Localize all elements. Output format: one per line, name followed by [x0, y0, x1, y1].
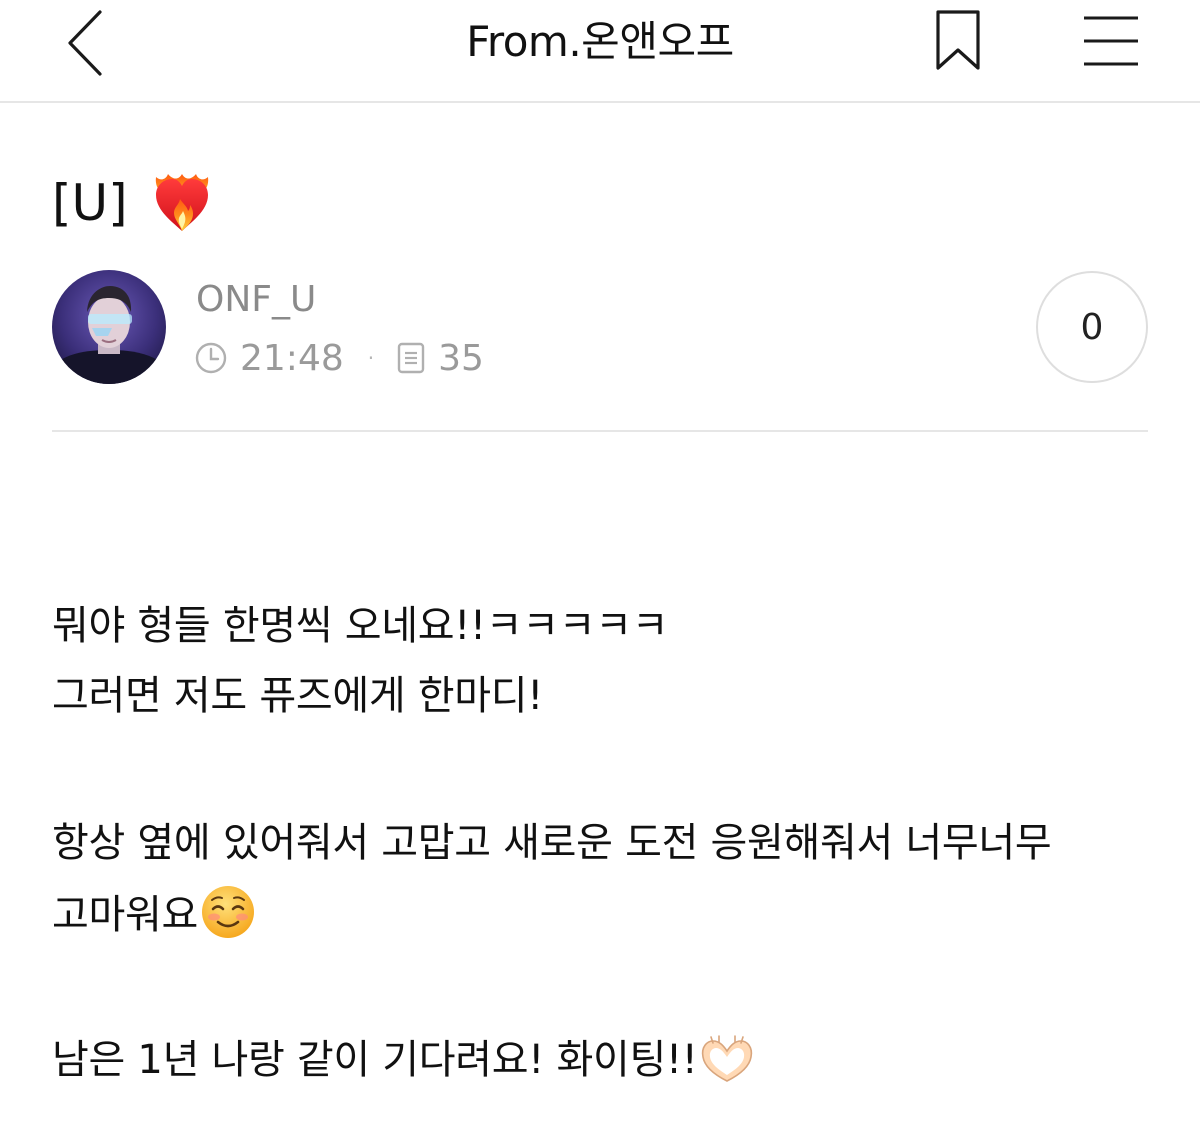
body-line-3: 항상 옆에 있어줘서 고맙고 새로운 도전 응원해줘서 너무너무	[52, 820, 1052, 866]
hamburger-menu-icon	[1084, 16, 1138, 66]
author-name[interactable]: ONF_U	[196, 276, 316, 324]
view-count: 35	[438, 337, 484, 379]
body-line-5-container: 남은 1년 나랑 같이 기다려요! 화이팅!!	[52, 1030, 755, 1090]
body-line-4: 고마워요	[52, 892, 198, 938]
post-time: 21:48	[240, 337, 344, 379]
smiling-face-icon	[202, 886, 254, 938]
like-count-button[interactable]: 0	[1036, 271, 1148, 383]
author-avatar[interactable]	[52, 270, 166, 384]
heart-hands-icon	[702, 1035, 753, 1082]
top-navigation-bar: From.온앤오프	[0, 0, 1200, 103]
body-line-5: 남은 1년 나랑 같이 기다려요! 화이팅!!	[52, 1037, 698, 1083]
body-line-1: 뭐야 형들 한명씩 오네요!!ㅋㅋㅋㅋㅋ	[52, 603, 669, 649]
like-count: 0	[1080, 306, 1104, 348]
page-title: From.온앤오프	[466, 17, 734, 66]
clock-icon	[195, 342, 227, 374]
document-icon	[397, 342, 425, 374]
bookmark-icon	[936, 10, 980, 70]
post-title-text: [U]	[52, 174, 128, 232]
menu-button[interactable]	[1078, 10, 1144, 70]
divider	[52, 430, 1148, 432]
bookmark-button[interactable]	[928, 8, 988, 74]
body-line-2: 그러면 저도 퓨즈에게 한마디!	[52, 673, 543, 719]
post-title: [U]	[52, 168, 212, 238]
body-line-4-container: 고마워요	[52, 884, 256, 945]
post-meta: 21:48 · 35	[194, 334, 484, 382]
heart-on-fire-icon	[155, 174, 208, 231]
avatar-image	[52, 270, 166, 384]
meta-separator: ·	[367, 346, 375, 370]
